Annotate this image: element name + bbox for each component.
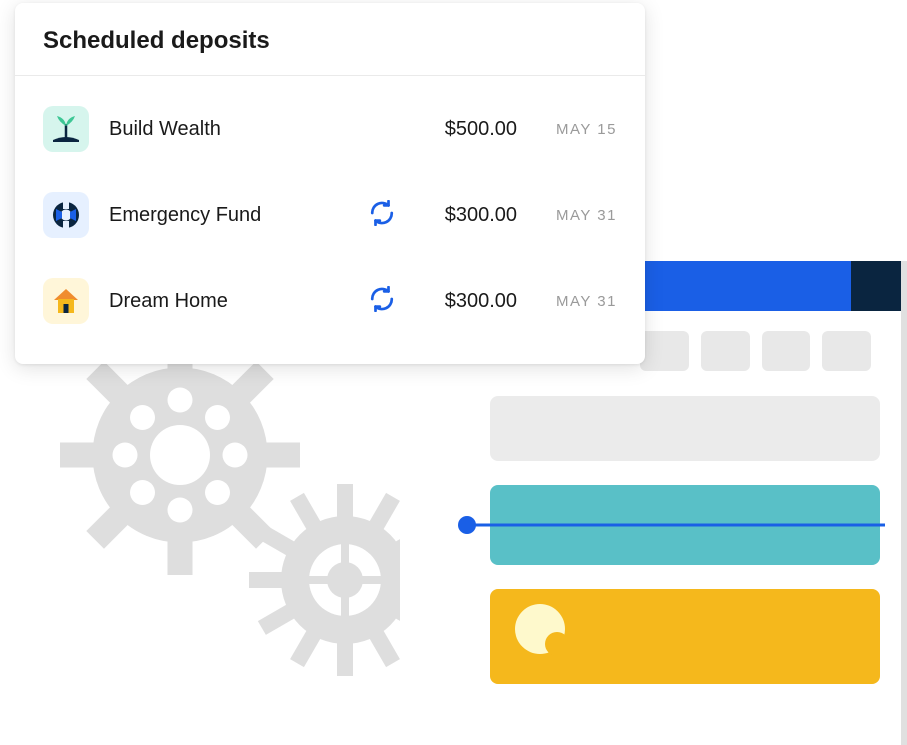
deposit-date: MAY 15 <box>537 121 617 138</box>
preview-tab <box>640 331 689 371</box>
house-icon <box>43 278 89 324</box>
deposit-row-build-wealth[interactable]: Build Wealth $500.00 MAY 15 <box>23 86 637 172</box>
card-title: Scheduled deposits <box>43 27 617 55</box>
deposit-name: Dream Home <box>109 290 349 313</box>
wealth-plant-icon <box>43 106 89 152</box>
preview-tab <box>822 331 871 371</box>
card-header: Scheduled deposits <box>15 3 645 76</box>
deposit-amount: $500.00 <box>417 118 517 141</box>
preview-tabs <box>640 331 871 371</box>
deposit-name: Build Wealth <box>109 118 349 141</box>
preview-block-teal <box>490 485 880 565</box>
deposit-date: MAY 31 <box>537 293 617 310</box>
deposit-name: Emergency Fund <box>109 204 349 227</box>
preview-block-gray <box>490 396 880 461</box>
app-preview-body <box>400 311 901 728</box>
deposit-amount: $300.00 <box>417 204 517 227</box>
recurring-icon <box>369 286 397 317</box>
card-body: Build Wealth $500.00 MAY 15 Emergency Fu… <box>15 76 645 364</box>
timeline-line <box>465 524 885 527</box>
preview-tab <box>762 331 811 371</box>
titlebar-cap <box>851 261 901 311</box>
deposit-row-emergency-fund[interactable]: Emergency Fund $300.00 MAY 31 <box>23 172 637 258</box>
emergency-lifebuoy-icon <box>43 192 89 238</box>
deposit-amount: $300.00 <box>417 290 517 313</box>
deposit-row-dream-home[interactable]: Dream Home $300.00 MAY 31 <box>23 258 637 344</box>
deposit-date: MAY 31 <box>537 207 617 224</box>
scheduled-deposits-card: Scheduled deposits Build Wealth $500.00 … <box>15 3 645 364</box>
yellow-circle <box>515 604 565 654</box>
preview-block-yellow <box>490 589 880 684</box>
preview-tab <box>701 331 750 371</box>
recurring-icon <box>369 200 397 231</box>
